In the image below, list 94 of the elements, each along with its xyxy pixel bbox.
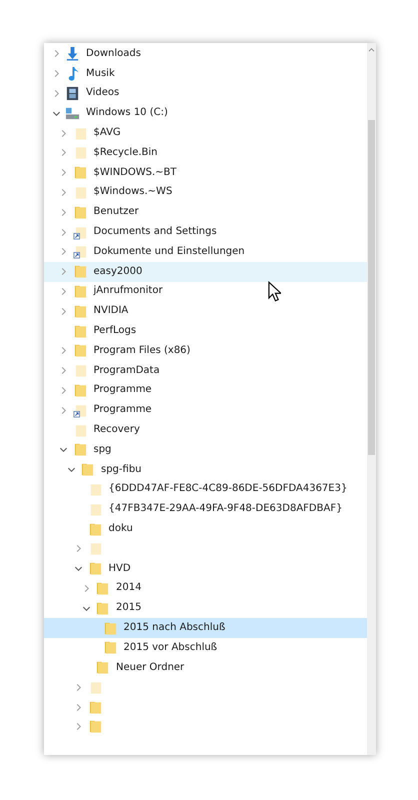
folder-icon xyxy=(102,620,118,636)
tree-item[interactable]: spg-fibu xyxy=(44,460,367,480)
folder-icon xyxy=(95,660,110,676)
item-label: spg xyxy=(94,444,112,456)
folder-icon xyxy=(95,580,110,596)
folder-icon xyxy=(80,462,95,478)
folder-icon xyxy=(72,382,88,398)
folder-icon xyxy=(72,284,88,299)
item-label: $Recycle.Bin xyxy=(94,146,158,159)
tree-item[interactable]: 2014 xyxy=(44,578,367,598)
tree-item[interactable]: Benutzer xyxy=(44,202,367,222)
tree-item[interactable]: Program Files (x86) xyxy=(44,340,367,361)
scrollbar[interactable] xyxy=(367,43,376,755)
tree-item[interactable]: Programme xyxy=(44,380,367,400)
item-label: $AVG xyxy=(94,127,121,140)
tree-item[interactable]: Documents and Settings xyxy=(44,222,367,242)
folder-icon xyxy=(88,700,102,715)
folder-icon xyxy=(72,442,88,458)
film-icon xyxy=(65,86,80,101)
folder-icon xyxy=(72,165,88,180)
shortcut-folder-icon xyxy=(72,402,88,418)
item-label: Windows 10 (C:) xyxy=(86,107,168,120)
item-label: $Windows.~WS xyxy=(94,186,172,198)
item-label: 2014 xyxy=(116,582,142,594)
tree-item[interactable]: $Recycle.Bin xyxy=(44,142,367,163)
tree-item[interactable]: ProgramData xyxy=(44,360,367,381)
item-label: Recovery xyxy=(94,424,140,436)
item-label: NVIDIA xyxy=(94,305,128,318)
tree-item[interactable]: HVD xyxy=(44,558,367,579)
item-label: Programme xyxy=(94,404,152,416)
tree-item[interactable]: easy2000 xyxy=(44,262,367,282)
item-label: Videos xyxy=(86,87,120,100)
folder-icon xyxy=(88,719,102,734)
item-label: jAnrufmonitor xyxy=(94,285,163,298)
tree-item[interactable]: Videos xyxy=(44,84,367,104)
item-label: spg-fibu xyxy=(101,464,142,476)
item-label: ProgramData xyxy=(94,364,160,377)
tree-item[interactable]: 2015 vor Abschluß xyxy=(44,638,367,658)
item-label: Program Files (x86) xyxy=(94,344,190,357)
item-label: Neuer Ordner xyxy=(116,662,184,674)
tree-item[interactable]: $WINDOWS.~BT xyxy=(44,162,367,183)
drive-icon xyxy=(65,106,80,121)
item-label: 2015 vor Abschluß xyxy=(124,642,218,654)
tree-item[interactable]: Recovery xyxy=(44,420,367,440)
folder-icon xyxy=(72,264,88,280)
item-label: Programme xyxy=(94,384,152,396)
tree-item[interactable]: {47FB347E-29AA-49FA-9F48-DE63D8AFDBAF} xyxy=(44,499,367,520)
tree-item[interactable]: $AVG xyxy=(44,123,367,143)
chevron-icon[interactable] xyxy=(74,564,83,574)
item-label: Documents and Settings xyxy=(94,226,217,238)
item-label: Benutzer xyxy=(94,206,139,218)
tree-item[interactable]: 2015 xyxy=(44,598,367,618)
tree-item[interactable]: {6DDD47AF-FE8C-4C89-86DE-56DFDA4367E3} xyxy=(44,480,367,500)
chevron-icon[interactable] xyxy=(59,445,68,454)
item-label: Downloads xyxy=(86,48,141,60)
shortcut-folder-icon xyxy=(72,224,88,240)
tree-item[interactable]: doku xyxy=(44,519,367,539)
folder-icon xyxy=(72,324,88,339)
folder-icon xyxy=(72,304,88,319)
tree-item[interactable]: Windows 10 (C:) xyxy=(44,103,367,124)
tree-item[interactable]: Neuer Ordner xyxy=(44,658,367,678)
scroll-up-icon[interactable] xyxy=(368,47,375,52)
chevron-icon[interactable] xyxy=(66,465,76,474)
item-label: easy2000 xyxy=(94,266,142,278)
download-arrow-icon xyxy=(65,46,80,62)
tree-item[interactable]: spg xyxy=(44,440,367,460)
folder-icon xyxy=(72,204,88,220)
scrollbar-thumb[interactable] xyxy=(368,120,375,455)
item-label: $WINDOWS.~BT xyxy=(94,166,177,179)
folder-icon xyxy=(88,522,102,537)
tree-item[interactable]: jAnrufmonitor xyxy=(44,282,367,302)
tree-item[interactable]: Musik xyxy=(44,64,367,84)
tree-item[interactable]: NVIDIA xyxy=(44,301,367,322)
tree-item[interactable]: Dokumente und Einstellungen xyxy=(44,242,367,262)
folder-icon xyxy=(95,600,110,616)
mouse-pointer-icon xyxy=(268,281,281,302)
folder-icon xyxy=(88,561,102,576)
item-label: PerfLogs xyxy=(94,325,136,338)
tree-item[interactable]: PerfLogs xyxy=(44,321,367,341)
item-label: HVD xyxy=(108,562,131,575)
folder-icon xyxy=(102,640,118,656)
tree-item[interactable]: 2015 nach Abschluß xyxy=(44,618,367,638)
item-label: Musik xyxy=(86,68,115,80)
tree-item[interactable]: Downloads xyxy=(44,44,367,64)
item-label: Dokumente und Einstellungen xyxy=(94,246,245,258)
item-label: doku xyxy=(108,523,133,536)
tree-item[interactable]: $Windows.~WS xyxy=(44,182,367,202)
folder-icon xyxy=(72,343,88,358)
item-label: 2015 nach Abschluß xyxy=(124,622,226,634)
tree-item[interactable]: Programme xyxy=(44,400,367,420)
shortcut-folder-icon xyxy=(72,244,88,260)
item-label: 2015 xyxy=(116,602,142,614)
item-label: {6DDD47AF-FE8C-4C89-86DE-56DFDA4367E3} xyxy=(108,483,348,496)
item-label: {47FB347E-29AA-49FA-9F48-DE63D8AFDBAF} xyxy=(108,503,342,516)
